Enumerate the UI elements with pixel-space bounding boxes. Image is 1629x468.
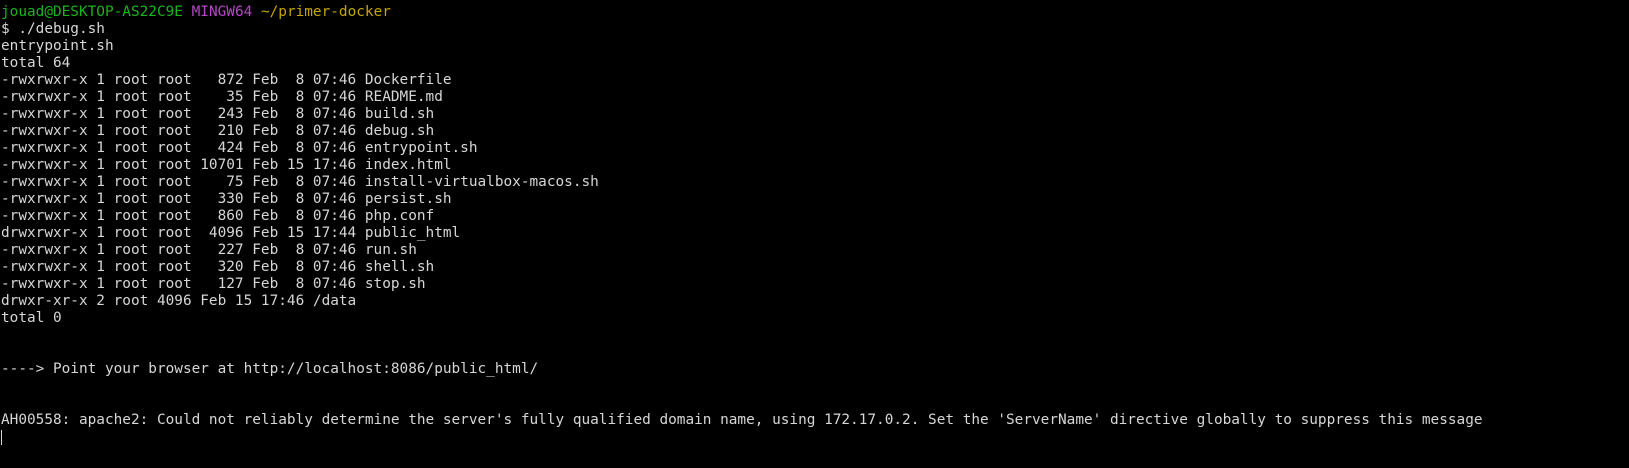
terminal-window[interactable]: jouad@DESKTOP-AS22C9E MINGW64 ~/primer-d… [1,4,1627,446]
text-cursor [1,429,2,445]
apache-warning: AH00558: apache2: Could not reliably det… [1,412,1483,428]
output-entrypoint: entrypoint.sh [1,38,114,54]
listing-row: -rwxrwxr-x 1 root root 10701 Feb 15 17:4… [1,157,452,173]
browser-hint: ----> Point your browser at http://local… [1,361,539,377]
listing-row: drwxrwxr-x 1 root root 4096 Feb 15 17:44… [1,225,461,241]
prompt-cwd: ~/primer-docker [260,4,391,20]
listing-row: -rwxrwxr-x 1 root root 227 Feb 8 07:46 r… [1,242,417,258]
listing-row: -rwxrwxr-x 1 root root 243 Feb 8 07:46 b… [1,106,435,122]
listing-row: -rwxrwxr-x 1 root root 424 Feb 8 07:46 e… [1,140,478,156]
listing-row: -rwxrwxr-x 1 root root 210 Feb 8 07:46 d… [1,123,435,139]
output-total: total 0 [1,310,62,326]
prompt-user-host: jouad@DESKTOP-AS22C9E [1,4,183,20]
input-line[interactable] [1,429,1627,446]
prompt-msystem: MINGW64 [191,4,253,20]
listing-row: -rwxrwxr-x 1 root root 35 Feb 8 07:46 RE… [1,89,443,105]
listing-row: -rwxrwxr-x 1 root root 75 Feb 8 07:46 in… [1,174,599,190]
shell-prompt: jouad@DESKTOP-AS22C9E MINGW64 ~/primer-d… [1,4,1627,21]
listing-row: -rwxrwxr-x 1 root root 872 Feb 8 07:46 D… [1,72,452,88]
listing-row: -rwxrwxr-x 1 root root 860 Feb 8 07:46 p… [1,208,435,224]
listing-row: -rwxrwxr-x 1 root root 320 Feb 8 07:46 s… [1,259,435,275]
command-line: $ ./debug.sh [1,21,105,37]
output-total: total 64 [1,55,71,71]
listing-row: -rwxrwxr-x 1 root root 127 Feb 8 07:46 s… [1,276,426,292]
data-dir-listing: drwxr-xr-x 2 root 4096 Feb 15 17:46 /dat… [1,293,357,309]
listing-row: -rwxrwxr-x 1 root root 330 Feb 8 07:46 p… [1,191,452,207]
